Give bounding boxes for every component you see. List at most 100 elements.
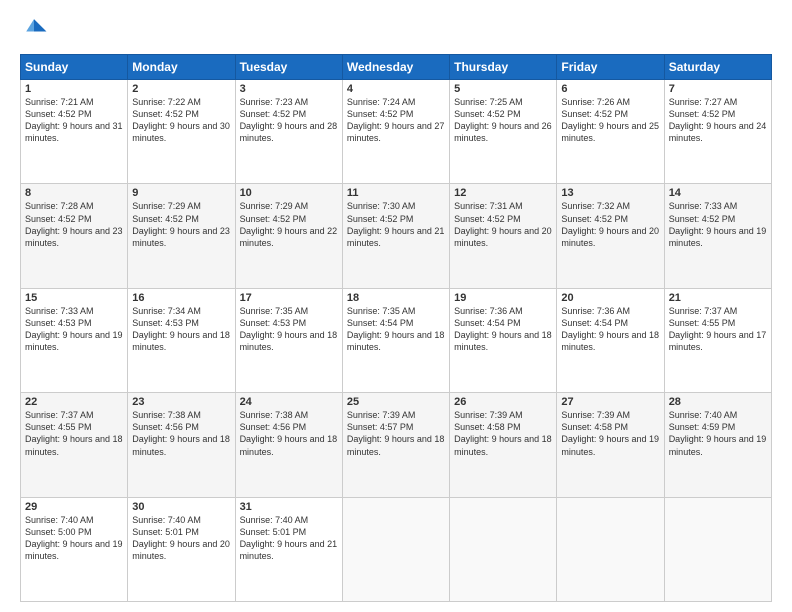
day-number: 7: [669, 83, 767, 95]
day-details: Sunrise: 7:29 AMSunset: 4:52 PMDaylight:…: [240, 201, 338, 247]
day-number: 17: [240, 292, 338, 304]
day-number: 8: [25, 187, 123, 199]
day-number: 27: [561, 396, 659, 408]
day-header-sunday: Sunday: [21, 55, 128, 80]
day-number: 11: [347, 187, 445, 199]
day-details: Sunrise: 7:21 AMSunset: 4:52 PMDaylight:…: [25, 97, 123, 143]
empty-cell: [450, 497, 557, 601]
day-details: Sunrise: 7:40 AMSunset: 4:59 PMDaylight:…: [669, 410, 767, 456]
day-number: 13: [561, 187, 659, 199]
day-number: 24: [240, 396, 338, 408]
empty-cell: [557, 497, 664, 601]
day-cell-2: 2 Sunrise: 7:22 AMSunset: 4:52 PMDaylight…: [128, 80, 235, 184]
day-cell-18: 18Sunrise: 7:35 AMSunset: 4:54 PMDayligh…: [342, 288, 449, 392]
day-number: 9: [132, 187, 230, 199]
day-number: 10: [240, 187, 338, 199]
day-number: 2: [132, 83, 230, 95]
day-number: 26: [454, 396, 552, 408]
day-cell-23: 23Sunrise: 7:38 AMSunset: 4:56 PMDayligh…: [128, 393, 235, 497]
day-details: Sunrise: 7:33 AMSunset: 4:53 PMDaylight:…: [25, 306, 123, 352]
logo: [20, 16, 52, 44]
day-details: Sunrise: 7:30 AMSunset: 4:52 PMDaylight:…: [347, 201, 445, 247]
day-cell-7: 7 Sunrise: 7:27 AMSunset: 4:52 PMDaylight…: [664, 80, 771, 184]
day-details: Sunrise: 7:37 AMSunset: 4:55 PMDaylight:…: [669, 306, 767, 352]
day-details: Sunrise: 7:23 AMSunset: 4:52 PMDaylight:…: [240, 97, 338, 143]
day-cell-29: 29Sunrise: 7:40 AMSunset: 5:00 PMDayligh…: [21, 497, 128, 601]
day-number: 15: [25, 292, 123, 304]
day-cell-21: 21 Sunrise: 7:37 AMSunset: 4:55 PMDayligh…: [664, 288, 771, 392]
day-cell-30: 30Sunrise: 7:40 AMSunset: 5:01 PMDayligh…: [128, 497, 235, 601]
day-cell-5: 5 Sunrise: 7:25 AMSunset: 4:52 PMDaylight…: [450, 80, 557, 184]
day-number: 19: [454, 292, 552, 304]
day-details: Sunrise: 7:32 AMSunset: 4:52 PMDaylight:…: [561, 201, 659, 247]
day-number: 12: [454, 187, 552, 199]
day-details: Sunrise: 7:31 AMSunset: 4:52 PMDaylight:…: [454, 201, 552, 247]
day-cell-14: 14Sunrise: 7:33 AMSunset: 4:52 PMDayligh…: [664, 184, 771, 288]
day-details: Sunrise: 7:38 AMSunset: 4:56 PMDaylight:…: [240, 410, 338, 456]
day-header-saturday: Saturday: [664, 55, 771, 80]
week-row-3: 15 Sunrise: 7:33 AMSunset: 4:53 PMDayligh…: [21, 288, 772, 392]
day-cell-6: 6 Sunrise: 7:26 AMSunset: 4:52 PMDaylight…: [557, 80, 664, 184]
day-header-thursday: Thursday: [450, 55, 557, 80]
day-details: Sunrise: 7:36 AMSunset: 4:54 PMDaylight:…: [561, 306, 659, 352]
day-cell-19: 19Sunrise: 7:36 AMSunset: 4:54 PMDayligh…: [450, 288, 557, 392]
day-header-monday: Monday: [128, 55, 235, 80]
day-cell-28: 28Sunrise: 7:40 AMSunset: 4:59 PMDayligh…: [664, 393, 771, 497]
day-cell-22: 22 Sunrise: 7:37 AMSunset: 4:55 PMDayligh…: [21, 393, 128, 497]
week-row-1: 1 Sunrise: 7:21 AMSunset: 4:52 PMDaylight…: [21, 80, 772, 184]
day-details: Sunrise: 7:38 AMSunset: 4:56 PMDaylight:…: [132, 410, 230, 456]
calendar-table: SundayMondayTuesdayWednesdayThursdayFrid…: [20, 54, 772, 602]
day-details: Sunrise: 7:22 AMSunset: 4:52 PMDaylight:…: [132, 97, 230, 143]
day-details: Sunrise: 7:40 AMSunset: 5:00 PMDaylight:…: [25, 515, 123, 561]
day-details: Sunrise: 7:24 AMSunset: 4:52 PMDaylight:…: [347, 97, 445, 143]
day-header-tuesday: Tuesday: [235, 55, 342, 80]
day-number: 22: [25, 396, 123, 408]
day-details: Sunrise: 7:27 AMSunset: 4:52 PMDaylight:…: [669, 97, 767, 143]
day-cell-24: 24 Sunrise: 7:38 AMSunset: 4:56 PMDayligh…: [235, 393, 342, 497]
header: [20, 16, 772, 44]
day-number: 21: [669, 292, 767, 304]
empty-cell: [664, 497, 771, 601]
day-cell-31: 31Sunrise: 7:40 AMSunset: 5:01 PMDayligh…: [235, 497, 342, 601]
day-details: Sunrise: 7:39 AMSunset: 4:57 PMDaylight:…: [347, 410, 445, 456]
day-header-friday: Friday: [557, 55, 664, 80]
day-details: Sunrise: 7:33 AMSunset: 4:52 PMDaylight:…: [669, 201, 767, 247]
day-cell-8: 8 Sunrise: 7:28 AMSunset: 4:52 PMDaylight…: [21, 184, 128, 288]
day-number: 20: [561, 292, 659, 304]
day-number: 31: [240, 501, 338, 513]
day-cell-20: 20 Sunrise: 7:36 AMSunset: 4:54 PMDayligh…: [557, 288, 664, 392]
logo-icon: [20, 16, 48, 44]
week-row-5: 29Sunrise: 7:40 AMSunset: 5:00 PMDayligh…: [21, 497, 772, 601]
day-cell-1: 1 Sunrise: 7:21 AMSunset: 4:52 PMDaylight…: [21, 80, 128, 184]
day-cell-4: 4 Sunrise: 7:24 AMSunset: 4:52 PMDaylight…: [342, 80, 449, 184]
day-number: 30: [132, 501, 230, 513]
day-details: Sunrise: 7:34 AMSunset: 4:53 PMDaylight:…: [132, 306, 230, 352]
day-details: Sunrise: 7:28 AMSunset: 4:52 PMDaylight:…: [25, 201, 123, 247]
day-number: 16: [132, 292, 230, 304]
day-cell-15: 15 Sunrise: 7:33 AMSunset: 4:53 PMDayligh…: [21, 288, 128, 392]
day-number: 5: [454, 83, 552, 95]
empty-cell: [342, 497, 449, 601]
week-row-2: 8 Sunrise: 7:28 AMSunset: 4:52 PMDaylight…: [21, 184, 772, 288]
day-header-wednesday: Wednesday: [342, 55, 449, 80]
day-details: Sunrise: 7:39 AMSunset: 4:58 PMDaylight:…: [454, 410, 552, 456]
day-details: Sunrise: 7:25 AMSunset: 4:52 PMDaylight:…: [454, 97, 552, 143]
week-row-4: 22 Sunrise: 7:37 AMSunset: 4:55 PMDayligh…: [21, 393, 772, 497]
day-cell-17: 17Sunrise: 7:35 AMSunset: 4:53 PMDayligh…: [235, 288, 342, 392]
day-cell-16: 16 Sunrise: 7:34 AMSunset: 4:53 PMDayligh…: [128, 288, 235, 392]
day-number: 18: [347, 292, 445, 304]
day-details: Sunrise: 7:37 AMSunset: 4:55 PMDaylight:…: [25, 410, 123, 456]
day-cell-26: 26 Sunrise: 7:39 AMSunset: 4:58 PMDayligh…: [450, 393, 557, 497]
day-cell-11: 11 Sunrise: 7:30 AMSunset: 4:52 PMDayligh…: [342, 184, 449, 288]
day-details: Sunrise: 7:29 AMSunset: 4:52 PMDaylight:…: [132, 201, 230, 247]
calendar-page: SundayMondayTuesdayWednesdayThursdayFrid…: [0, 0, 792, 612]
day-cell-12: 12 Sunrise: 7:31 AMSunset: 4:52 PMDayligh…: [450, 184, 557, 288]
day-cell-3: 3Sunrise: 7:23 AMSunset: 4:52 PMDaylight…: [235, 80, 342, 184]
day-details: Sunrise: 7:26 AMSunset: 4:52 PMDaylight:…: [561, 97, 659, 143]
day-number: 1: [25, 83, 123, 95]
day-number: 4: [347, 83, 445, 95]
day-cell-9: 9 Sunrise: 7:29 AMSunset: 4:52 PMDaylight…: [128, 184, 235, 288]
calendar-header-row: SundayMondayTuesdayWednesdayThursdayFrid…: [21, 55, 772, 80]
day-number: 6: [561, 83, 659, 95]
day-cell-25: 25Sunrise: 7:39 AMSunset: 4:57 PMDayligh…: [342, 393, 449, 497]
